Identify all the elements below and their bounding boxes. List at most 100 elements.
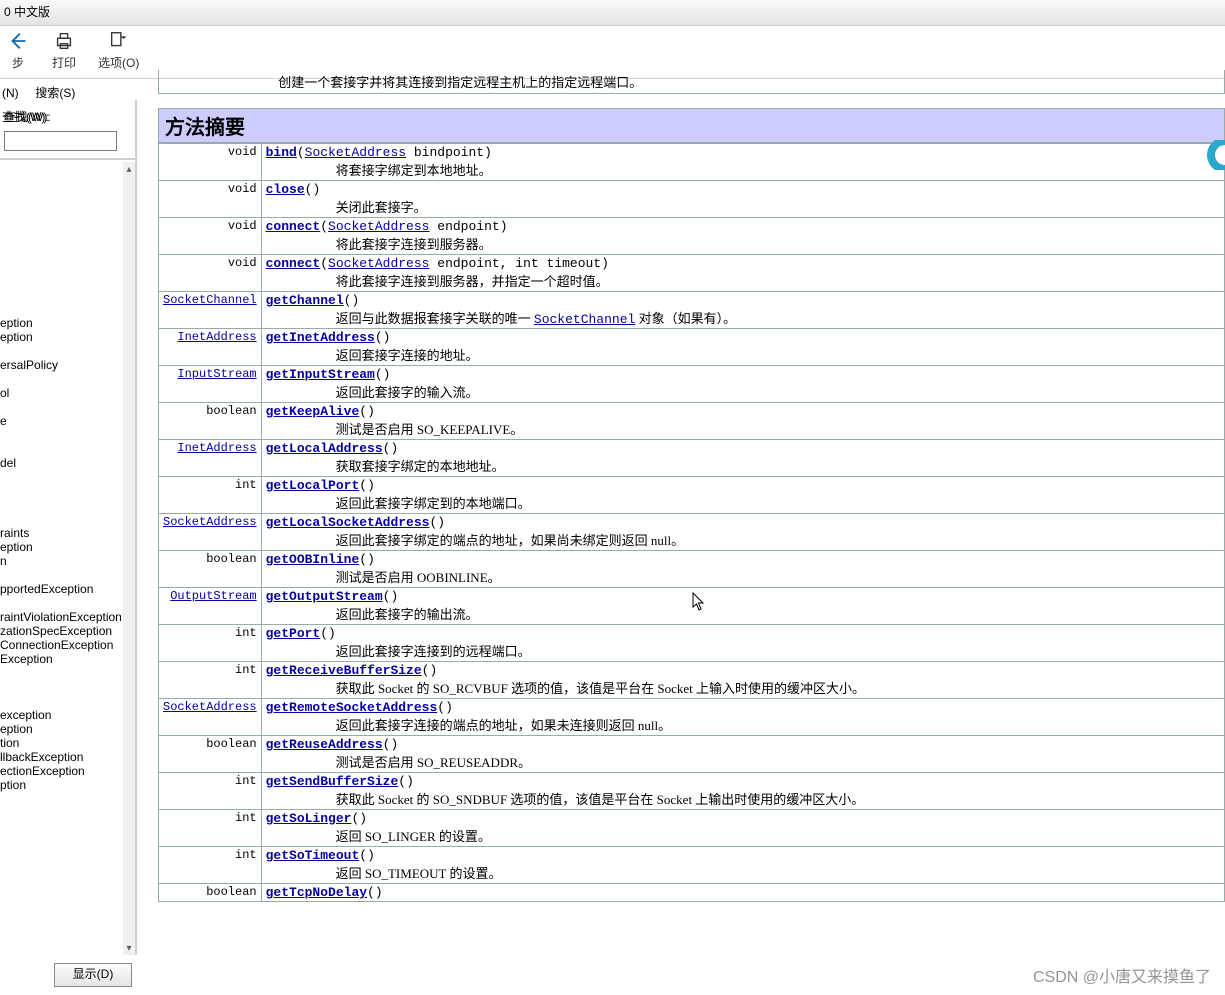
tab-search2[interactable]: 搜索(S) [35,86,75,100]
index-item[interactable] [0,204,123,218]
constructor-tail: 创建一个套接字并将其连接到指定远程主机上的指定远程端口。 [158,70,1225,94]
index-item[interactable] [0,260,123,274]
method-name-link[interactable]: getKeepAlive [266,404,360,419]
index-item[interactable] [0,274,123,288]
method-name-link[interactable]: getReuseAddress [266,737,383,752]
index-item[interactable]: eption [0,330,123,344]
index-item[interactable] [0,232,123,246]
method-name-link[interactable]: getInputStream [266,367,375,382]
scroll-up-icon[interactable]: ▴ [123,162,135,176]
index-item[interactable] [0,666,123,680]
index-item[interactable]: del [0,456,123,470]
method-description: 返回 SO_LINGER 的设置。 [266,826,1220,845]
method-name-link[interactable]: getSoTimeout [266,848,360,863]
type-link[interactable]: SocketAddress [305,145,406,160]
method-name-link[interactable]: close [266,182,305,197]
index-item[interactable] [0,400,123,414]
options-button[interactable]: 选项(O) [98,30,139,71]
index-item[interactable] [0,694,123,708]
method-name-link[interactable]: getTcpNoDelay [266,885,367,900]
index-item[interactable]: ersalPolicy [0,358,123,372]
method-name-link[interactable]: getLocalSocketAddress [266,515,430,530]
type-link[interactable]: SocketAddress [328,256,429,271]
type-link[interactable]: InetAddress [177,441,256,455]
index-item[interactable]: ption [0,778,123,792]
index-item[interactable] [0,372,123,386]
back-button[interactable]: 步 [6,30,30,71]
type-link[interactable]: SocketAddress [328,219,429,234]
scroll-down-icon[interactable]: ▾ [123,941,135,955]
type-link[interactable]: InetAddress [177,330,256,344]
method-description: 关闭此套接字。 [266,197,1220,216]
method-name-link[interactable]: connect [266,256,321,271]
method-name-link[interactable]: connect [266,219,321,234]
method-name-link[interactable]: getLocalPort [266,478,360,493]
back-label: 步 [12,54,24,71]
index-item[interactable]: exception [0,708,123,722]
search-input[interactable] [4,131,117,151]
method-name-link[interactable]: getOutputStream [266,589,383,604]
method-name-link[interactable]: getInetAddress [266,330,375,345]
index-item[interactable]: n [0,554,123,568]
index-item[interactable] [0,470,123,484]
index-item[interactable] [0,428,123,442]
index-item[interactable] [0,176,123,190]
method-return-type: int [159,773,262,810]
method-name-link[interactable]: getLocalAddress [266,441,383,456]
print-button[interactable]: 打印 [52,30,76,71]
method-name-link[interactable]: getRemoteSocketAddress [266,700,438,715]
index-item[interactable]: e [0,414,123,428]
index-item[interactable] [0,484,123,498]
index-item[interactable] [0,246,123,260]
type-link[interactable]: SocketChannel [163,293,257,307]
index-item[interactable]: eption [0,540,123,554]
index-item[interactable] [0,568,123,582]
index-item[interactable]: zationSpecException [0,624,123,638]
method-description: 返回此套接字绑定到的本地端口。 [266,493,1220,512]
index-item[interactable]: eption [0,316,123,330]
method-name-link[interactable]: bind [266,145,297,160]
index-list[interactable]: eptioneptionersalPolicyoledelraintseptio… [0,158,135,955]
index-item[interactable]: ConnectionException [0,638,123,652]
scrollbar[interactable]: ▴ ▾ [123,162,135,955]
index-item[interactable]: eption [0,722,123,736]
method-name-link[interactable]: getReceiveBufferSize [266,663,422,678]
index-item[interactable]: pportedException [0,582,123,596]
index-item[interactable] [0,498,123,512]
index-item[interactable]: raints [0,526,123,540]
method-description: 返回与此数据报套接字关联的唯一 SocketChannel 对象（如果有）。 [266,308,1220,327]
index-item[interactable]: llbackException [0,750,123,764]
display-button[interactable]: 显示(D) [54,963,132,987]
type-link[interactable]: OutputStream [170,589,256,603]
index-item[interactable]: raintViolationException [0,610,123,624]
method-name-link[interactable]: getSoLinger [266,811,352,826]
index-item[interactable]: ol [0,386,123,400]
index-item[interactable] [0,288,123,302]
method-name-link[interactable]: getOOBInline [266,552,360,567]
index-item[interactable] [0,512,123,526]
index-item[interactable] [0,162,123,176]
method-description: 返回 SO_TIMEOUT 的设置。 [266,863,1220,882]
index-item[interactable] [0,596,123,610]
index-item[interactable] [0,442,123,456]
tab-n2[interactable]: (N) [2,86,19,100]
type-link[interactable]: InputStream [177,367,256,381]
method-row: voidconnect(SocketAddress endpoint)将此套接字… [159,218,1225,255]
method-name-link[interactable]: getChannel [266,293,344,308]
index-item[interactable]: ectionException [0,764,123,778]
index-item[interactable]: Exception [0,652,123,666]
index-item[interactable] [0,680,123,694]
index-item[interactable] [0,302,123,316]
type-link[interactable]: SocketAddress [163,515,257,529]
method-name-link[interactable]: getPort [266,626,321,641]
index-item[interactable] [0,190,123,204]
method-name-link[interactable]: getSendBufferSize [266,774,399,789]
method-description: 测试是否启用 SO_KEEPALIVE。 [266,419,1220,438]
method-return-type: void [159,255,262,292]
index-item[interactable] [0,344,123,358]
type-link[interactable]: SocketChannel [534,312,635,327]
index-item[interactable]: tion [0,736,123,750]
watermark: CSDN @小唐又来摸鱼了 [1033,963,1211,987]
type-link[interactable]: SocketAddress [163,700,257,714]
index-item[interactable] [0,218,123,232]
